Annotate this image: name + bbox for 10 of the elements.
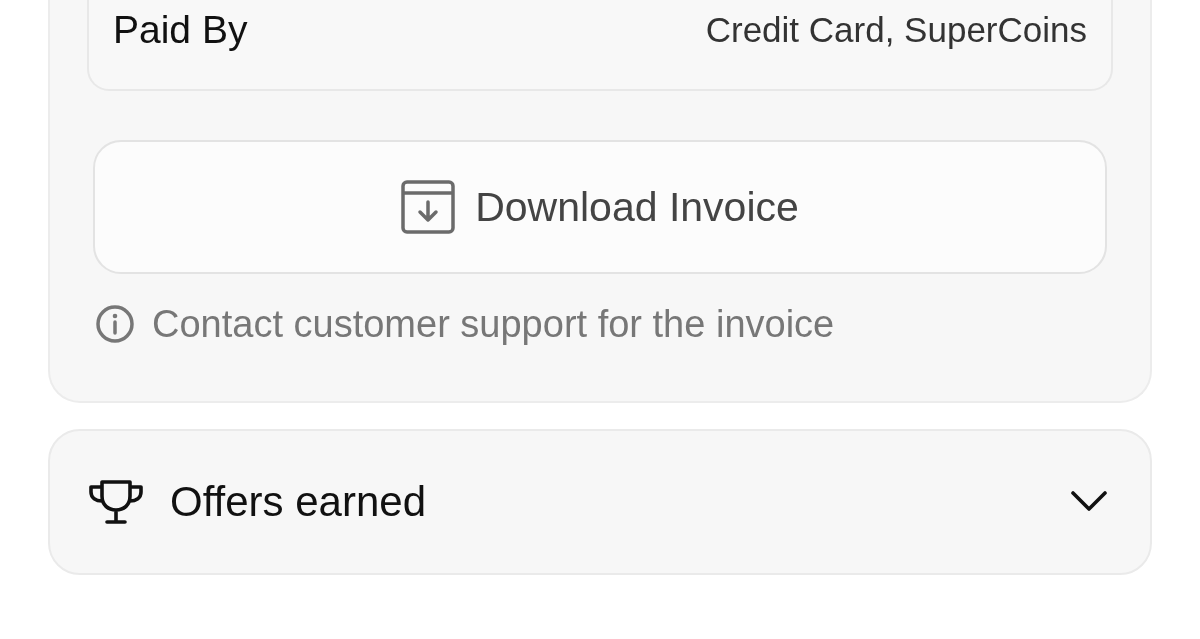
download-invoice-button[interactable]: Download Invoice (93, 140, 1107, 274)
trophy-icon (87, 479, 145, 525)
offers-title: Offers earned (170, 478, 428, 526)
invoice-support-note: Contact customer support for the invoice (152, 302, 835, 346)
payment-label: Paid By (113, 7, 248, 53)
chevron-icon (1071, 491, 1107, 513)
download-box-icon (401, 180, 456, 234)
info-icon (96, 305, 134, 343)
payment-method: Credit Card, SuperCoins (705, 9, 1087, 51)
offers-accordion[interactable]: Offers earned (48, 429, 1152, 575)
